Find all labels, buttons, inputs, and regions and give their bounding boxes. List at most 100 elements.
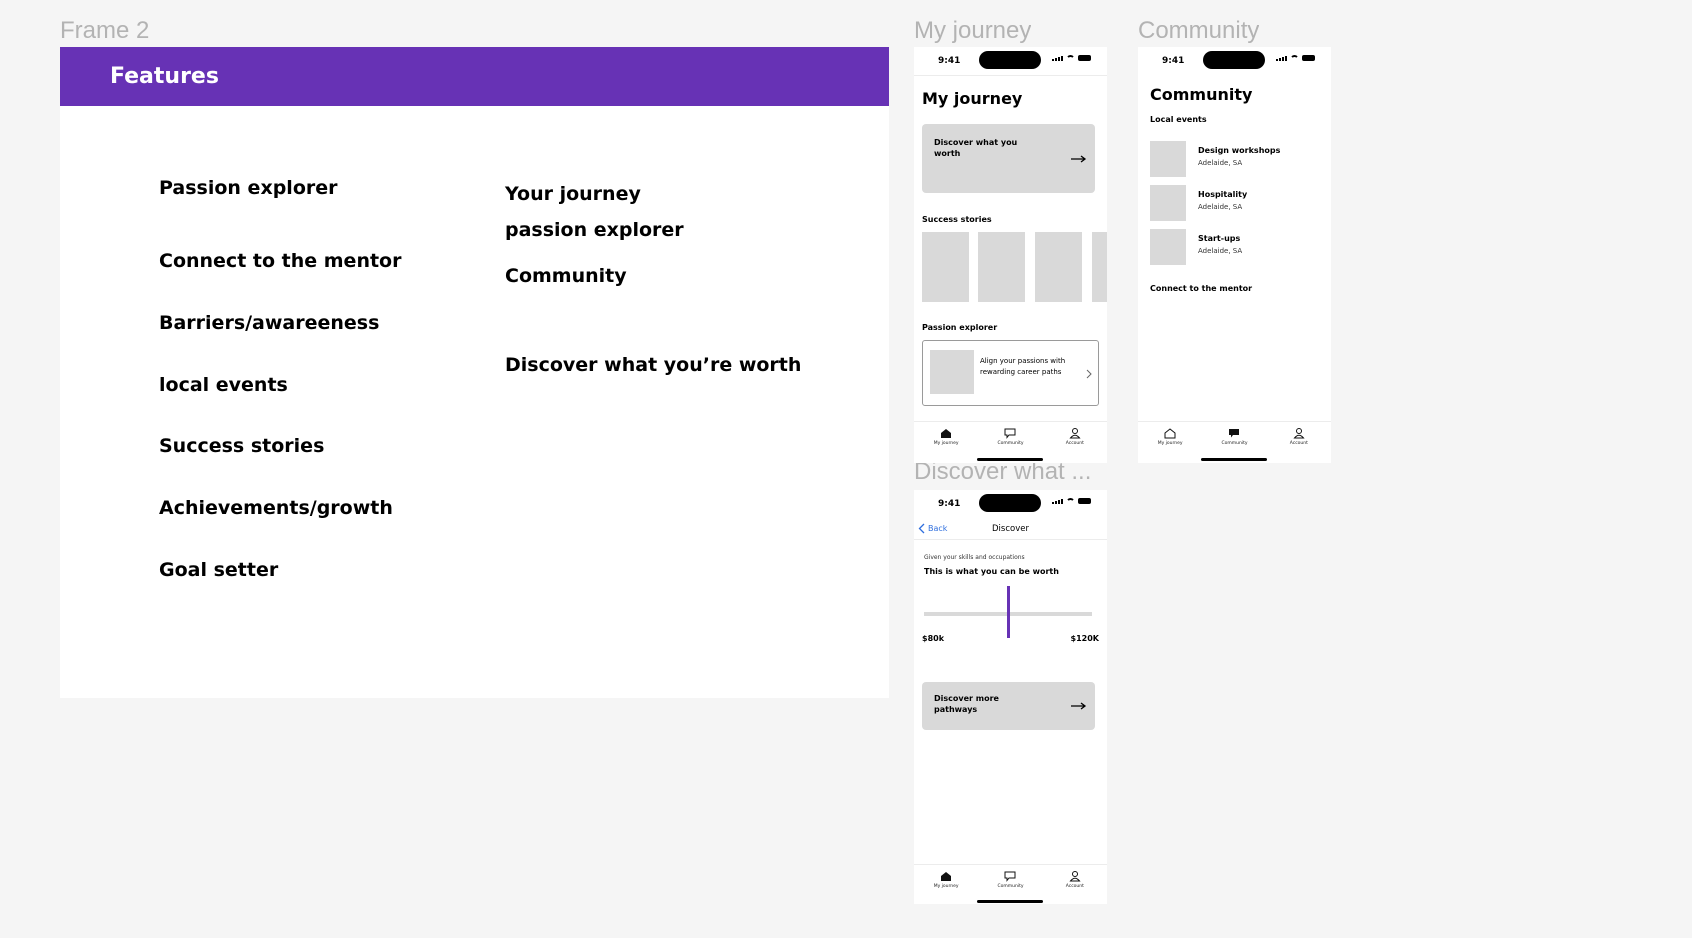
status-bar: 9:41 [914,47,1107,75]
page-title: Community [1150,85,1253,104]
home-icon [1164,427,1176,438]
discover-headline: This is what you can be worth [924,567,1059,576]
battery-icon [1078,55,1091,61]
community-frame-label[interactable]: Community [1138,17,1259,45]
dynamic-island [979,51,1041,69]
home-indicator [977,900,1043,903]
connect-mentor-link[interactable]: Connect to the mentor [1150,284,1252,293]
story-thumbnail[interactable] [1092,232,1107,302]
event-thumbnail [1150,141,1186,177]
feature-item: Barriers/awareeness [159,312,380,334]
event-location: Adelaide, SA [1198,247,1243,255]
event-thumbnail [1150,185,1186,221]
feature-item: passion explorer [505,219,684,241]
range-max-label: $120K [1070,634,1099,643]
feature-item: Connect to the mentor [159,250,402,272]
feature-item: Community [505,265,627,287]
feature-item: local events [159,374,288,396]
features-banner: Features [60,47,889,106]
discover-more-label: Discover more pathways [934,694,999,714]
event-name: Start-ups [1198,234,1241,243]
tab-my-journey[interactable]: My journey [1140,422,1200,459]
features-title: Features [110,64,219,89]
success-stories-heading: Success stories [922,215,992,224]
tab-label: My journey [933,884,959,889]
discover-worth-card[interactable]: Discover what you worth [922,124,1095,193]
story-thumbnail[interactable] [978,232,1025,302]
chat-icon [1004,428,1016,439]
community-phone: 9:41 Community Local events Design works… [1138,47,1331,463]
signal-icon [1052,499,1063,504]
account-icon [1069,871,1081,882]
my-journey-phone: 9:41 My journey Discover what you worth … [914,47,1107,463]
tab-label: Account [1065,884,1084,889]
tab-account[interactable]: Account [1045,422,1105,459]
tab-community[interactable]: Community [1204,422,1264,459]
tab-bar: My journey Community Account [914,864,1107,902]
tab-label: Account [1289,441,1308,446]
local-events-heading: Local events [1150,115,1207,124]
passion-thumbnail [930,350,974,394]
wifi-icon [1290,55,1299,61]
frame-2-label[interactable]: Frame 2 [60,17,149,45]
home-icon [941,871,952,881]
feature-item: Achievements/growth [159,497,393,519]
tab-label: My journey [1157,441,1183,446]
event-thumbnail [1150,229,1186,265]
home-indicator [977,458,1043,461]
event-item[interactable]: Start-ups Adelaide, SA [1150,229,1320,265]
wifi-icon [1066,55,1075,61]
tab-community[interactable]: Community [980,865,1040,902]
account-icon [1069,428,1081,439]
event-location: Adelaide, SA [1198,203,1243,211]
status-time: 9:41 [938,56,961,66]
event-item[interactable]: Hospitality Adelaide, SA [1150,185,1320,221]
passion-card-text: Align your passions with rewarding caree… [980,357,1066,376]
story-thumbnail[interactable] [1035,232,1082,302]
tab-community[interactable]: Community [980,422,1040,459]
event-item[interactable]: Design workshops Adelaide, SA [1150,141,1320,177]
event-name: Hospitality [1198,190,1248,199]
discover-more-card[interactable]: Discover more pathways [922,682,1095,730]
tab-account[interactable]: Account [1045,865,1105,902]
my-journey-frame-label[interactable]: My journey [914,17,1031,45]
account-icon [1293,428,1305,439]
feature-item: Discover what you’re worth [505,354,802,376]
arrow-right-icon [1071,155,1087,163]
tab-account[interactable]: Account [1269,422,1329,459]
dynamic-island [979,494,1041,512]
page-title: My journey [922,89,1023,108]
range-min-label: $80k [922,634,945,643]
nav-title: Discover [992,524,1029,534]
passion-explorer-card[interactable]: Align your passions with rewarding caree… [922,340,1099,406]
event-name: Design workshops [1198,146,1281,155]
chat-icon [1229,428,1240,437]
tab-bar: My journey Community Account [1138,421,1331,459]
signal-icon [1276,56,1287,61]
dynamic-island [1203,51,1265,69]
salary-range-slider[interactable] [924,586,1092,640]
story-thumbnail[interactable] [922,232,969,302]
home-icon [941,428,952,438]
home-indicator [1201,458,1267,461]
features-frame: Features Passion explorer Connect to the… [60,47,889,698]
battery-icon [1302,55,1315,61]
status-bar: 9:41 [914,490,1107,518]
battery-icon [1078,498,1091,504]
passion-explorer-heading: Passion explorer [922,323,998,332]
status-time: 9:41 [938,499,961,509]
tab-my-journey[interactable]: My journey [916,422,976,459]
tab-label: My journey [933,441,959,446]
chevron-right-icon [1086,369,1092,379]
chat-icon [1004,871,1016,882]
status-bar: 9:41 [1138,47,1331,75]
tab-label: Account [1065,441,1084,446]
slider-marker[interactable] [1006,586,1010,638]
discover-phone: 9:41 Back Discover Given your skills and… [914,490,1107,904]
wifi-icon [1066,498,1075,504]
discover-worth-label: Discover what you worth [934,138,1018,158]
feature-item: Goal setter [159,559,279,581]
status-time: 9:41 [1162,56,1185,66]
discover-subtitle: Given your skills and occupations [924,554,1025,561]
tab-my-journey[interactable]: My journey [916,865,976,902]
